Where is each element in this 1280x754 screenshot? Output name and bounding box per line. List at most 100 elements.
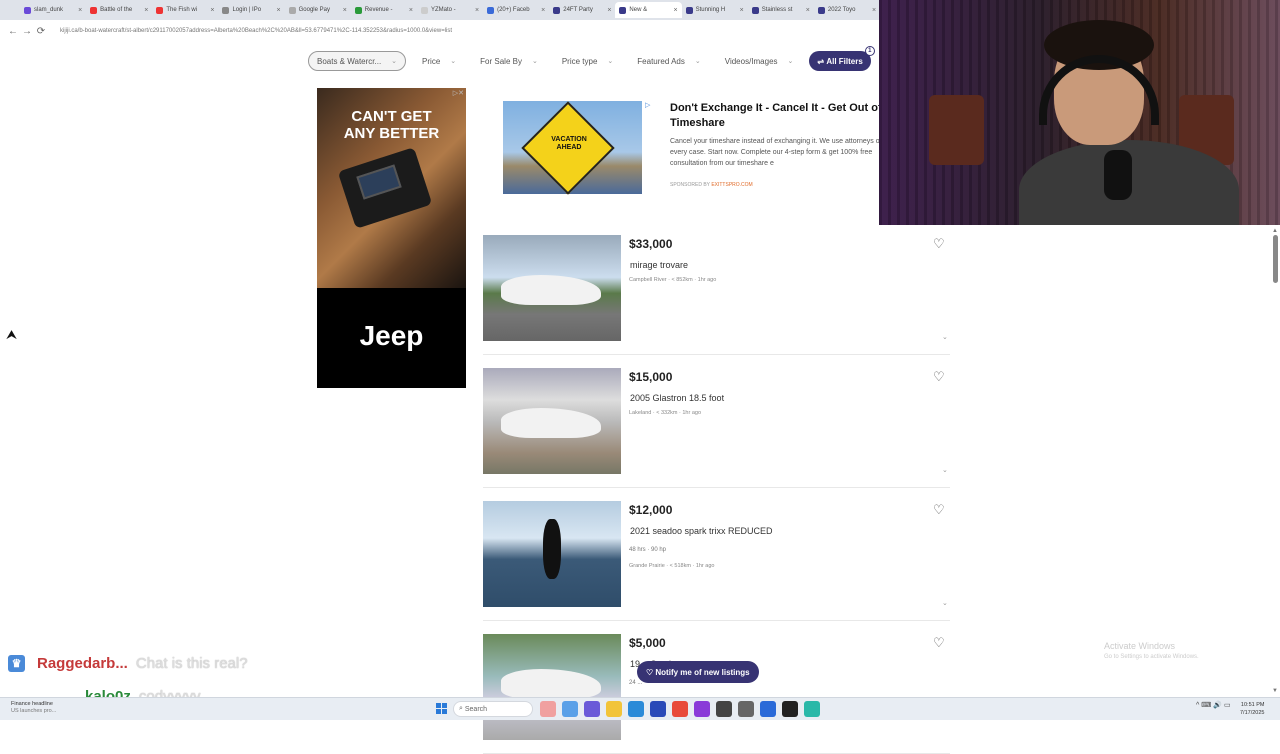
close-icon[interactable]: ×	[607, 7, 611, 14]
taskbar-clock[interactable]: 10:51 PM 7/17/2025	[1240, 701, 1264, 717]
tab-favicon-icon	[553, 6, 561, 14]
app-icon[interactable]	[782, 701, 798, 717]
close-icon[interactable]: ×	[210, 7, 214, 14]
app-icon[interactable]	[694, 701, 710, 717]
sponsored-title[interactable]: Don't Exchange It - Cancel It - Get Out …	[670, 101, 885, 131]
browser-tab[interactable]: Google Pay ×	[285, 2, 351, 18]
close-icon[interactable]: ×	[806, 7, 810, 14]
filter-chip[interactable]: Featured Ads ⌄	[629, 51, 708, 71]
app-icon[interactable]	[540, 701, 556, 717]
browser-tab[interactable]: slam_dunk ×	[20, 2, 86, 18]
filter-chip[interactable]: Boats & Watercr... ⌄	[308, 51, 407, 71]
filter-chip-label: Price	[422, 56, 441, 66]
close-icon[interactable]: ×	[740, 7, 744, 14]
listing-title[interactable]: 2021 seadoo spark trixx REDUCED	[630, 526, 773, 536]
listing-card[interactable]: $15,000 2005 Glastron 18.5 foot Lakeland ·…	[483, 368, 950, 488]
sponsored-ad[interactable]: VACATION AHEAD ▷ Don't Exchange It - Can…	[503, 101, 885, 201]
browser-tab[interactable]: Stainless st ×	[748, 2, 814, 18]
listing-title[interactable]: 2005 Glastron 18.5 foot	[630, 393, 724, 403]
all-filters-button[interactable]: ⇌ All Filters 1	[809, 46, 875, 71]
listing-title[interactable]: mirage trovare	[630, 260, 688, 270]
favorite-heart-icon[interactable]: ♡	[933, 236, 945, 252]
tab-favicon-icon	[354, 6, 362, 14]
filter-chip[interactable]: Videos/Images ⌄	[717, 51, 802, 71]
close-icon[interactable]: ×	[277, 7, 281, 14]
url-input[interactable]: kijiji.ca/b-boat-watercraft/st-albert/c2…	[60, 28, 452, 34]
browser-tab[interactable]: New & ×	[615, 2, 682, 18]
listing-location: Campbell River	[629, 277, 667, 283]
filter-chip[interactable]: For Sale By ⌄	[472, 51, 546, 71]
settings-icon[interactable]	[738, 701, 754, 717]
filter-chip[interactable]: Price type ⌄	[554, 51, 621, 71]
listing-location-line: Lakeland · < 332km · 1hr ago	[629, 410, 702, 416]
app-icon[interactable]	[760, 701, 776, 717]
app-icon[interactable]	[716, 701, 732, 717]
file-explorer-icon[interactable]	[606, 701, 622, 717]
listing-thumbnail[interactable]	[483, 235, 621, 341]
listing-card[interactable]: $5,00019... Crusier24 ...♡	[483, 634, 950, 754]
app-icon[interactable]	[804, 701, 820, 717]
copilot-icon[interactable]	[562, 701, 578, 717]
ad-info-icon[interactable]: ▷	[645, 101, 650, 109]
close-icon[interactable]: ×	[409, 7, 413, 14]
browser-tab[interactable]: Battle of the ×	[86, 2, 152, 18]
listing-card[interactable]: $12,000 2021 seadoo spark trixx REDUCED 48…	[483, 501, 950, 621]
browser-tab[interactable]: (20+) Faceb ×	[483, 2, 549, 18]
listing-thumbnail[interactable]	[483, 634, 621, 740]
sponsored-by-label: SPONSORED BY	[670, 182, 710, 188]
listing-location-line: Grande Prairie · < 518km · 1hr ago	[629, 563, 715, 569]
system-tray[interactable]: ^ ⌨ 🔊 ▭	[1196, 701, 1231, 709]
favorite-heart-icon[interactable]: ♡	[933, 635, 945, 651]
tab-favicon-icon	[487, 6, 495, 14]
favorite-heart-icon[interactable]: ♡	[933, 369, 945, 385]
close-icon[interactable]: ×	[343, 7, 347, 14]
scrollbar-thumb[interactable]	[1273, 235, 1278, 283]
sponsored-by: SPONSORED BY EXITTSPRO.COM	[670, 182, 753, 188]
tab-favicon-icon	[420, 6, 428, 14]
browser-tab[interactable]: The Fish wi ×	[152, 2, 218, 18]
news-title: Finance headline	[11, 701, 53, 707]
close-icon[interactable]: ×	[872, 7, 876, 14]
store-icon[interactable]	[650, 701, 666, 717]
listing-price: $12,000	[629, 503, 673, 517]
expand-chevron-icon[interactable]: ⌄	[942, 466, 948, 474]
favorite-heart-icon[interactable]: ♡	[933, 502, 945, 518]
tab-label: New &	[629, 7, 648, 13]
close-icon[interactable]: ×	[475, 7, 479, 14]
microphone-icon	[1104, 150, 1132, 200]
browser-tab[interactable]: Login | IPo ×	[218, 2, 284, 18]
browser-tab[interactable]: 2022 Toyo ×	[814, 2, 880, 18]
filter-chip[interactable]: Price ⌄	[414, 51, 464, 71]
browser-tab[interactable]: Stunning H ×	[682, 2, 748, 18]
edge-icon[interactable]	[628, 701, 644, 717]
browser-tab[interactable]: Revenue - ×	[351, 2, 417, 18]
close-icon[interactable]: ×	[144, 7, 148, 14]
boat-hull-shape	[543, 519, 561, 579]
sponsored-by-brand: EXITTSPRO.COM	[711, 182, 753, 188]
close-icon[interactable]: ×	[541, 7, 545, 14]
listing-thumbnail[interactable]	[483, 368, 621, 474]
listing-card[interactable]: $33,000 mirage trovare Campbell River · < …	[483, 235, 950, 355]
ad-choices-icon[interactable]: ▷✕	[453, 89, 464, 97]
reload-icon[interactable]: ⟳	[34, 26, 48, 37]
taskbar-search[interactable]: ⌕ Search	[453, 701, 533, 717]
listing-thumbnail[interactable]	[483, 501, 621, 607]
close-icon[interactable]: ×	[78, 7, 82, 14]
expand-chevron-icon[interactable]: ⌄	[942, 333, 948, 341]
forward-icon[interactable]: →	[20, 26, 34, 37]
windows-start-icon[interactable]	[436, 703, 447, 714]
chrome-icon[interactable]	[672, 701, 688, 717]
news-widget[interactable]: Finance headline US launches pro...	[11, 701, 56, 715]
browser-tab[interactable]: 24FT Party ×	[549, 2, 615, 18]
notify-new-listings-button[interactable]: ♡ Notify me of new listings	[637, 661, 759, 683]
jeep-ad[interactable]: CAN'T GET ANY BETTER Jeep ▷✕	[317, 88, 466, 388]
scroll-down-icon[interactable]: ▼	[1272, 688, 1278, 694]
expand-chevron-icon[interactable]: ⌄	[942, 599, 948, 607]
scroll-up-icon[interactable]: ▲	[1272, 228, 1278, 234]
browser-tab[interactable]: YZMato - ×	[417, 2, 483, 18]
teams-icon[interactable]	[584, 701, 600, 717]
close-icon[interactable]: ×	[673, 7, 677, 14]
windows-taskbar: Finance headline US launches pro... ⌕ Se…	[0, 697, 1280, 720]
back-icon[interactable]: ←	[6, 26, 20, 37]
filter-count-badge: 1	[864, 46, 875, 56]
